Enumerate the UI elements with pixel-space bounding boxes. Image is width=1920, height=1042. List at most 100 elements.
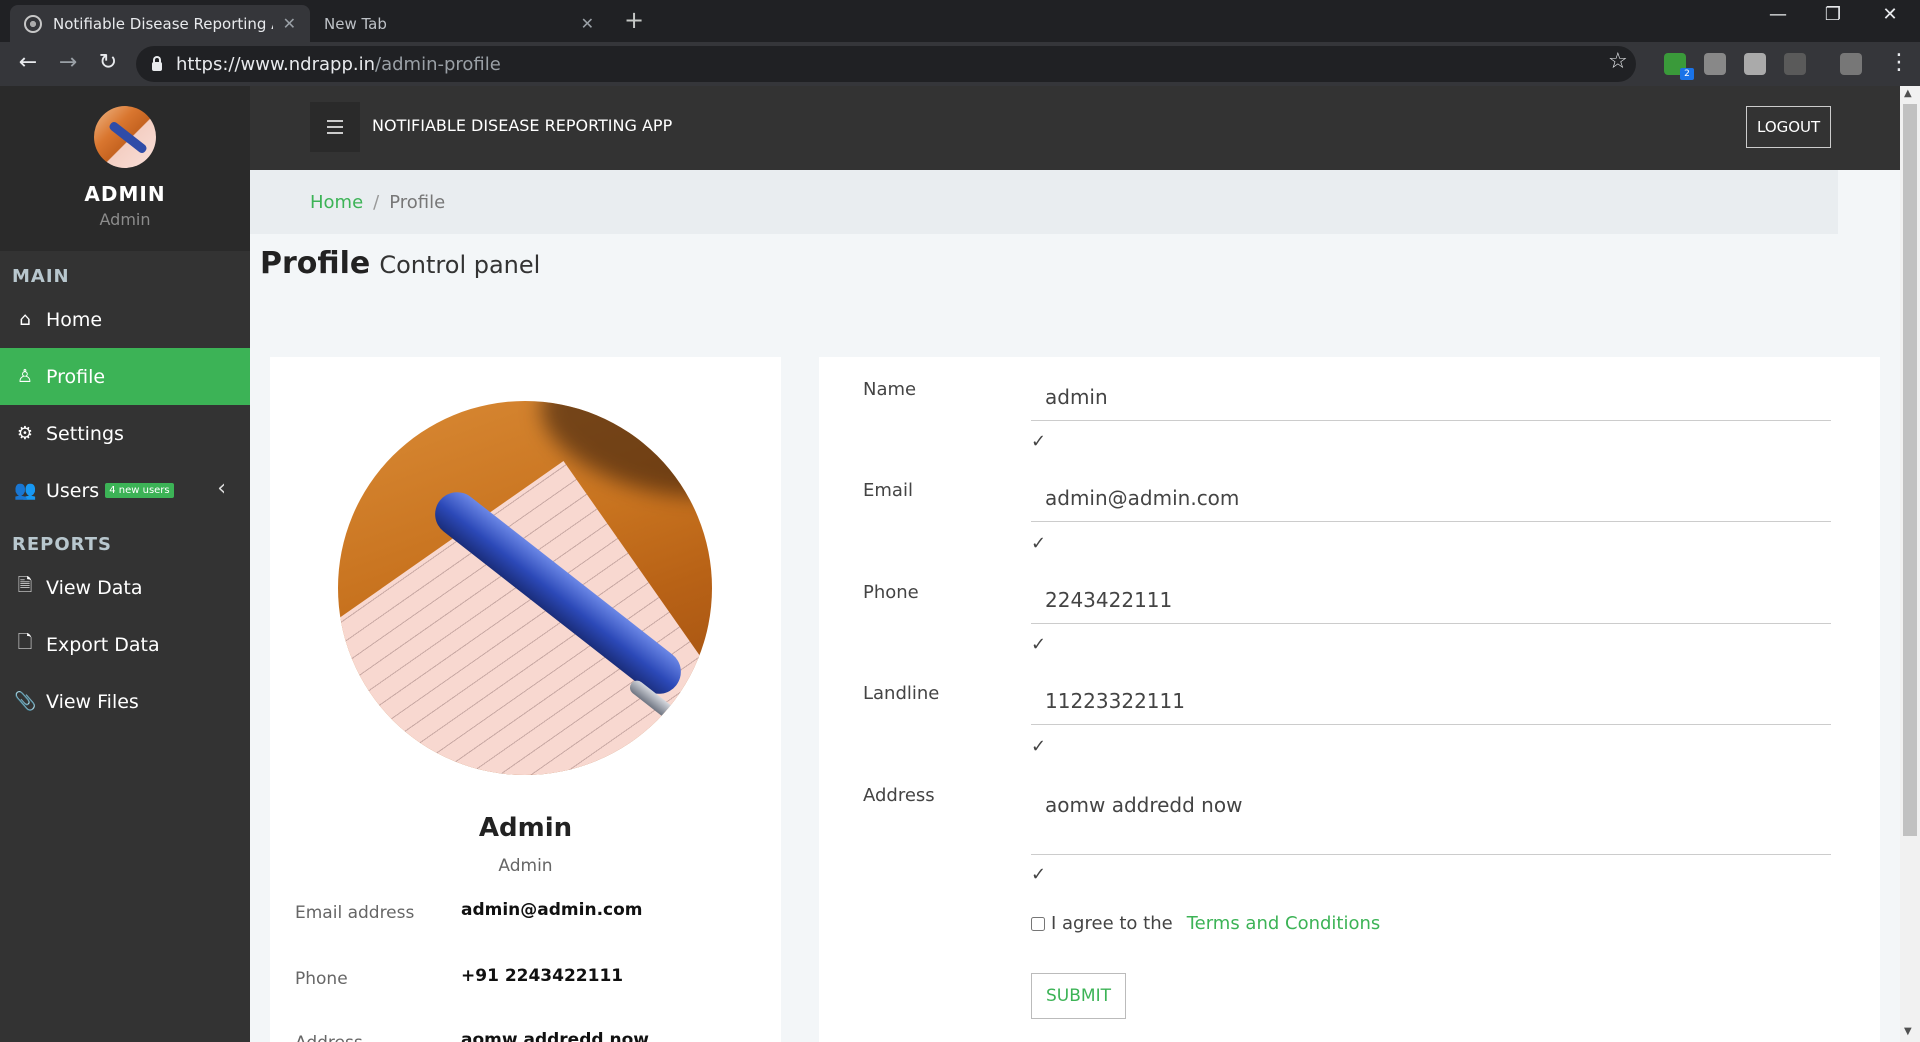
landline-check-icon: ✓: [1031, 736, 1047, 757]
sidebar-item-users[interactable]: 👥 Users 4 new users ‹: [0, 462, 250, 519]
address-textarea[interactable]: aomw addredd now: [1031, 777, 1831, 855]
profile-summary-card: Admin Admin Email address admin@admin.co…: [270, 357, 781, 1042]
phone-label: Phone: [295, 969, 348, 989]
agree-text: I agree to the: [1051, 913, 1173, 934]
tab-title: New Tab: [324, 14, 387, 33]
back-arrow-icon[interactable]: ←: [12, 50, 44, 75]
scroll-thumb[interactable]: [1903, 104, 1917, 836]
minimize-icon[interactable]: —: [1758, 4, 1798, 25]
browser-tab-strip: Notifiable Disease Reporting App ✕ New T…: [0, 0, 1920, 42]
url-path: /admin-profile: [375, 53, 501, 75]
breadcrumb-home-link[interactable]: Home: [310, 192, 363, 213]
close-window-icon[interactable]: ✕: [1870, 4, 1910, 25]
sidebar-item-export-data[interactable]: 🗋 Export Data: [0, 616, 250, 673]
terms-agreement: I agree to the Terms and Conditions: [1031, 913, 1380, 934]
browser-menu-icon[interactable]: ⋮: [1888, 50, 1910, 75]
sidebar-item-profile[interactable]: ♙ Profile: [0, 348, 250, 405]
breadcrumb-separator: /: [373, 191, 380, 213]
sidebar-user-role: Admin: [99, 210, 151, 229]
phone-input[interactable]: [1031, 576, 1831, 624]
tab-close-icon[interactable]: ✕: [283, 14, 296, 33]
sidebar-item-label: Settings: [46, 422, 124, 445]
email-label: Email: [863, 480, 913, 501]
browser-tab-new[interactable]: New Tab ✕: [310, 5, 608, 42]
paperclip-icon: 📎: [14, 691, 37, 712]
landline-label: Landline: [863, 683, 940, 704]
address-value: aomw addredd now: [461, 1030, 649, 1042]
sidebar-item-view-data[interactable]: 🗎 View Data: [0, 559, 250, 616]
page-subtitle: Control panel: [379, 251, 541, 279]
extension-hand-icon[interactable]: [1744, 53, 1766, 75]
scroll-down-arrow-icon[interactable]: ▼: [1904, 1026, 1912, 1037]
users-icon: 👥: [14, 480, 37, 501]
top-header: NOTIFIABLE DISEASE REPORTING APP LOGOUT: [250, 86, 1900, 170]
extension-badge: 2: [1680, 68, 1694, 80]
tab-close-icon[interactable]: ✕: [581, 14, 594, 33]
page-scrollbar[interactable]: ▲ ▼: [1900, 86, 1920, 1042]
chevron-left-icon[interactable]: ‹: [217, 476, 226, 501]
name-check-icon: ✓: [1031, 431, 1047, 452]
profile-edit-form: Name ✓ Email ✓ Phone ✓ Landline ✓ Addres…: [819, 357, 1880, 1042]
breadcrumb-current: Profile: [389, 191, 446, 213]
sidebar-item-label: View Data: [46, 576, 143, 599]
user-icon: ♙: [16, 366, 34, 387]
address-label: Address: [295, 1033, 363, 1042]
new-tab-plus-icon[interactable]: +: [624, 6, 644, 34]
email-input[interactable]: [1031, 474, 1831, 522]
page-title: Profile: [260, 246, 371, 281]
profile-name: Admin: [478, 813, 573, 843]
name-input[interactable]: [1031, 373, 1831, 421]
app-title: NOTIFIABLE DISEASE REPORTING APP: [372, 116, 673, 135]
email-check-icon: ✓: [1031, 533, 1047, 554]
sidebar-item-settings[interactable]: ⚙ Settings: [0, 405, 250, 462]
phone-value: +91 2243422111: [461, 966, 624, 986]
bookmark-star-icon[interactable]: ☆: [1608, 49, 1628, 74]
address-bar[interactable]: https://www.ndrapp.in /admin-profile: [136, 46, 1636, 82]
logout-button[interactable]: LOGOUT: [1746, 106, 1832, 148]
terms-checkbox[interactable]: [1031, 916, 1045, 931]
sidebar-section-reports: REPORTS: [12, 534, 112, 555]
user-panel: ADMIN Admin: [0, 86, 250, 251]
sidebar-item-label: Home: [46, 308, 103, 331]
sidebar-item-label: Profile: [46, 365, 106, 388]
phone-label: Phone: [863, 582, 919, 603]
address-label: Address: [863, 785, 935, 806]
scroll-up-arrow-icon[interactable]: ▲: [1904, 88, 1912, 99]
profile-role: Admin: [498, 856, 553, 876]
submit-button[interactable]: SUBMIT: [1031, 973, 1126, 1019]
email-label: Email address: [295, 903, 415, 923]
sidebar-item-home[interactable]: ⌂ Home: [0, 291, 250, 348]
browser-tab-active[interactable]: Notifiable Disease Reporting App ✕: [10, 5, 310, 42]
forward-arrow-icon[interactable]: →: [52, 50, 84, 75]
extension-profile-icon[interactable]: [1840, 53, 1862, 75]
landline-input[interactable]: [1031, 677, 1831, 725]
new-users-badge: 4 new users: [105, 483, 174, 498]
page-heading: Profile Control panel: [260, 246, 540, 281]
restore-icon[interactable]: ❐: [1813, 4, 1853, 25]
tab-title: Notifiable Disease Reporting App: [53, 14, 273, 33]
sidebar-item-label: Export Data: [46, 633, 160, 656]
document-icon: 🗎: [17, 574, 33, 596]
hamburger-menu-icon[interactable]: [310, 102, 360, 152]
sidebar-section-main: MAIN: [12, 266, 70, 287]
excel-icon: 🗋: [17, 631, 33, 653]
email-value: admin@admin.com: [461, 900, 643, 920]
sidebar-item-label: View Files: [46, 690, 139, 713]
site-favicon-icon: [24, 14, 42, 33]
breadcrumb: Home / Profile: [250, 170, 1838, 234]
browser-toolbar: ← → ↻ https://www.ndrapp.in /admin-profi…: [0, 42, 1920, 86]
extension-glasses-icon[interactable]: [1704, 53, 1726, 75]
extension-cart-icon[interactable]: [1784, 53, 1806, 75]
sidebar-item-label: Users: [46, 479, 100, 502]
home-icon: ⌂: [19, 309, 31, 330]
url-host: https://www.ndrapp.in: [176, 53, 376, 75]
avatar: [94, 106, 156, 168]
sidebar-item-view-files[interactable]: 📎 View Files: [0, 673, 250, 730]
terms-link[interactable]: Terms and Conditions: [1187, 913, 1381, 934]
sidebar-user-name: ADMIN: [84, 182, 166, 206]
lock-icon: [152, 56, 162, 71]
gear-icon: ⚙: [16, 423, 34, 444]
phone-check-icon: ✓: [1031, 634, 1047, 655]
profile-photo: [338, 401, 712, 775]
reload-icon[interactable]: ↻: [92, 50, 124, 75]
